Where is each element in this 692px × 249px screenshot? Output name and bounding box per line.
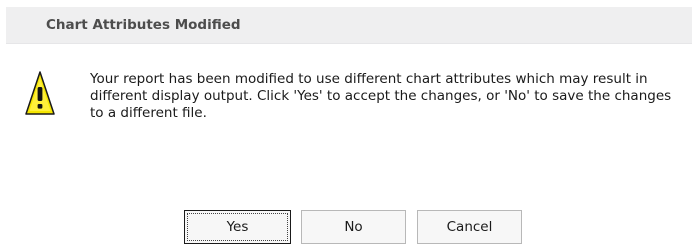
no-button[interactable]: No — [301, 210, 406, 244]
no-button-label: No — [344, 219, 363, 235]
dialog-message: Your report has been modified to use dif… — [90, 71, 672, 121]
yes-button[interactable]: Yes — [184, 210, 291, 244]
chart-attributes-dialog: Chart Attributes Modified Your report ha… — [0, 0, 692, 249]
cancel-button[interactable]: Cancel — [417, 210, 522, 244]
dialog-title: Chart Attributes Modified — [46, 17, 241, 33]
cancel-button-label: Cancel — [446, 219, 493, 235]
warning-icon — [25, 71, 55, 115]
dialog-titlebar[interactable]: Chart Attributes Modified — [6, 7, 692, 44]
yes-button-label: Yes — [226, 219, 249, 235]
